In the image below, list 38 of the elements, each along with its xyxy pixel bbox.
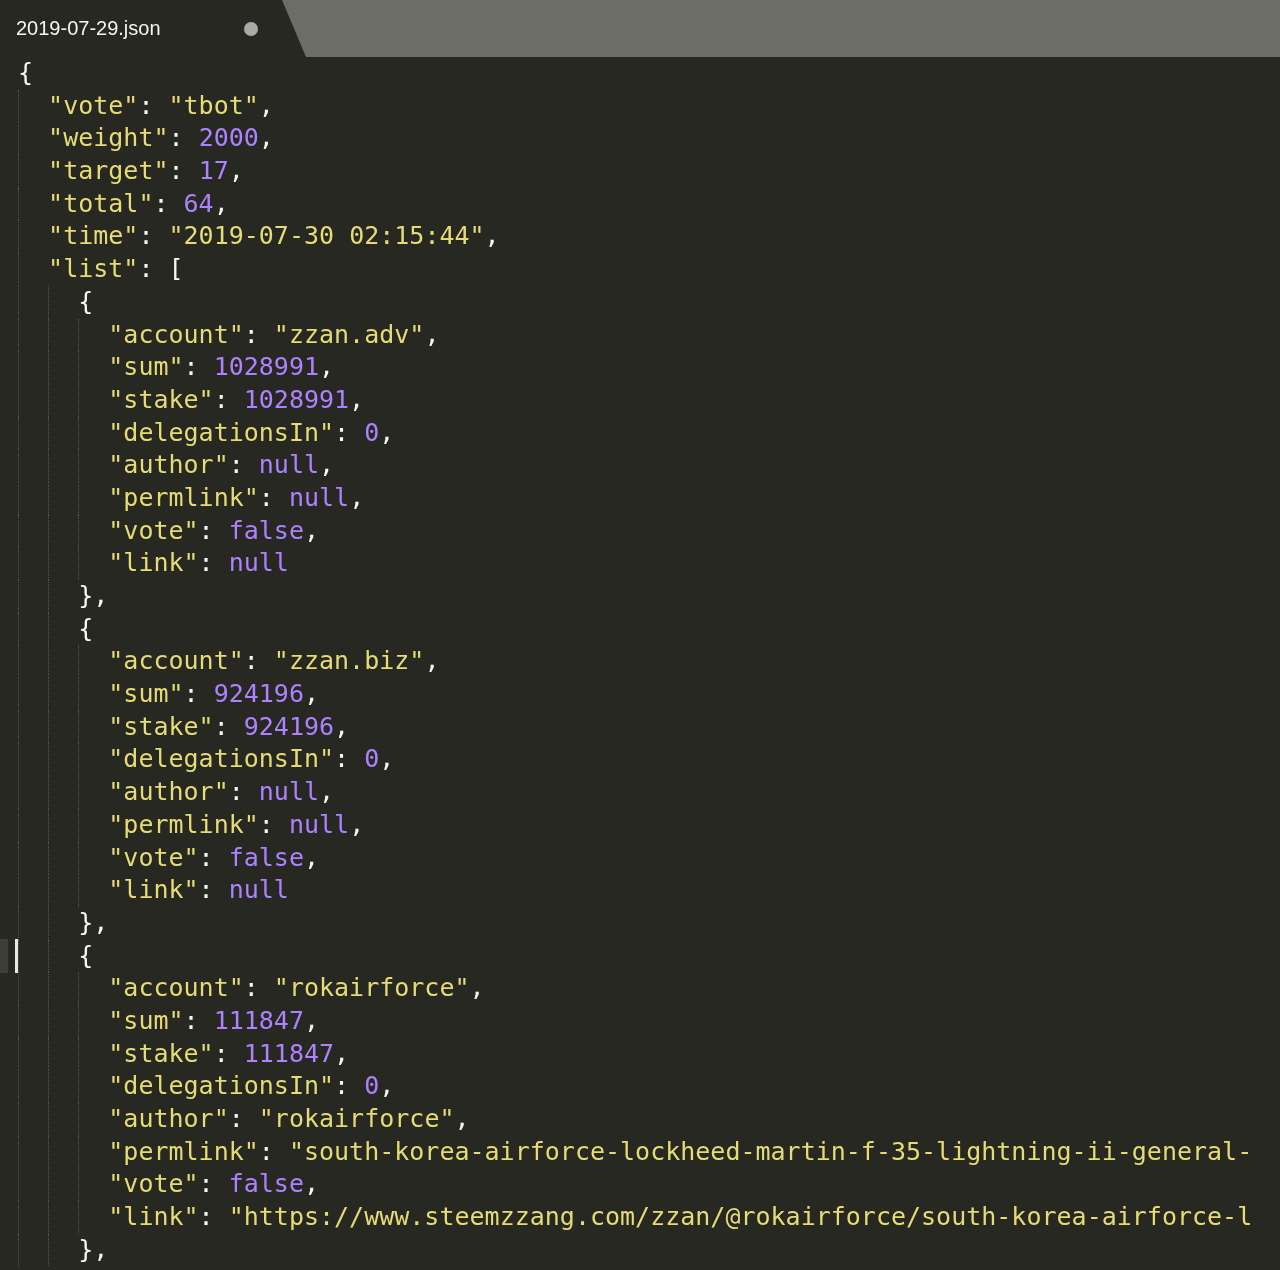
code-line: "stake": 111847,: [108, 1037, 350, 1070]
code-line: "time": "2019-07-30 02:15:44",: [48, 220, 500, 253]
file-tab[interactable]: 2019-07-29.json: [0, 0, 306, 57]
code-line: "sum": 1028991,: [108, 351, 335, 384]
code-line: "account": "zzan.adv",: [108, 318, 440, 351]
code-line: "vote": false,: [108, 1168, 320, 1201]
code-line: "permlink": "south-korea-airforce-lockheed-martin-f-35-lightning-ii-general-: [108, 1135, 1253, 1168]
code-line: "delegationsIn": 0,: [108, 1070, 395, 1103]
code-line: },: [78, 906, 109, 939]
code-line: "account": "rokairforce",: [108, 972, 485, 1005]
code-line: {: [18, 57, 34, 89]
code-line: "stake": 1028991,: [108, 383, 365, 416]
code-line: {: [78, 285, 94, 318]
code-line: "stake": 924196,: [108, 710, 350, 743]
code-line: "link": null: [108, 874, 289, 907]
code-line: "delegationsIn": 0,: [108, 743, 395, 776]
code-line: "author": "rokairforce",: [108, 1103, 470, 1135]
code-line: "vote": false,: [108, 841, 320, 874]
code-line: "permlink": null,: [108, 481, 365, 514]
code-line: "sum": 924196,: [108, 678, 320, 711]
code-line: "vote": false,: [108, 514, 320, 547]
code-line: },: [78, 1233, 109, 1266]
code-line: },: [78, 580, 109, 612]
code-line: "list": [: [48, 253, 184, 286]
code-line: "vote": "tbot",: [48, 89, 274, 122]
code-line: "link": "https://www.steemzzang.com/zzan/@rokairforce/south-korea-airforce-l: [108, 1201, 1253, 1234]
code-line: "weight": 2000,: [48, 122, 274, 155]
code-line: "account": "zzan.biz",: [108, 645, 440, 678]
code-line: "total": 64,: [48, 187, 229, 220]
code-line: "sum": 111847,: [108, 1004, 320, 1037]
code-line: "target": 17,: [48, 155, 244, 188]
code-line: {: [78, 612, 94, 645]
code-line: "delegationsIn": 0,: [108, 416, 395, 449]
code-line: "permlink": null,: [108, 808, 365, 841]
code-line: "link": null: [108, 547, 289, 580]
code-line: "author": null,: [108, 449, 335, 482]
code-line: "author": null,: [108, 776, 335, 809]
code-line: {: [78, 939, 94, 972]
